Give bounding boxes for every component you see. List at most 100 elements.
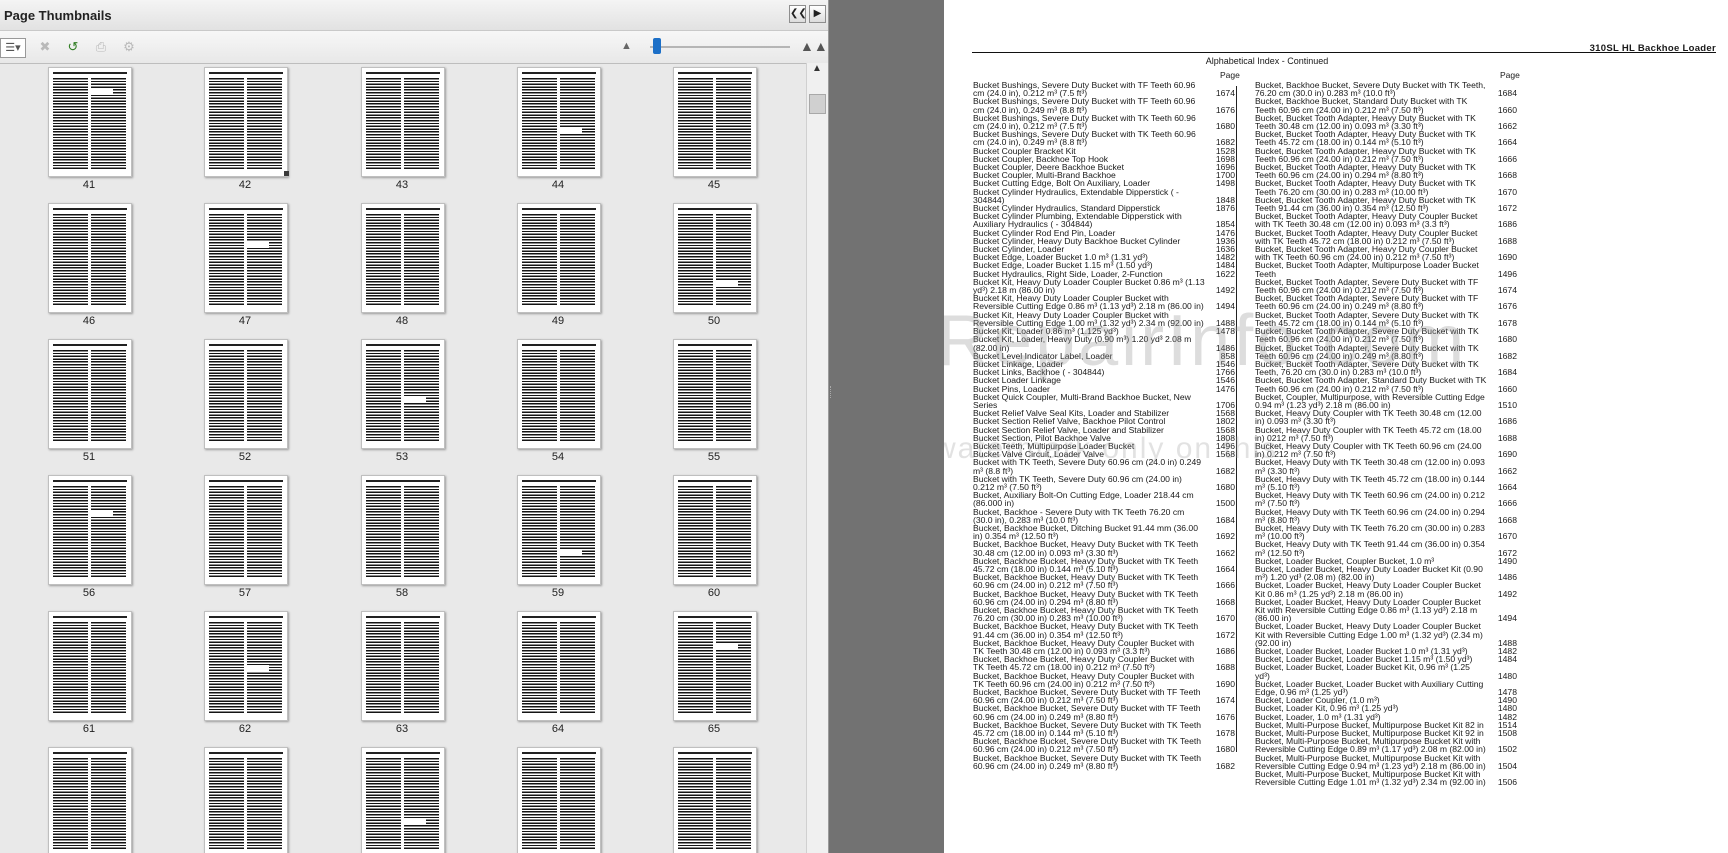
thumbnail-header-rule — [522, 480, 596, 482]
index-entry-page: 1666 — [1215, 580, 1235, 591]
options-menu-icon[interactable]: ☰▾ — [0, 38, 26, 58]
page-thumbnail[interactable] — [361, 747, 445, 853]
page-thumbnail[interactable] — [517, 747, 601, 853]
index-entry-page: 1504 — [1497, 760, 1517, 771]
page-thumbnail[interactable] — [204, 475, 288, 585]
page-thumbnail[interactable] — [204, 339, 288, 449]
page-thumbnail[interactable] — [673, 611, 757, 721]
page-thumbnail[interactable] — [673, 339, 757, 449]
thumbnail-text-column — [522, 214, 557, 306]
index-entry: Bucket Bushings, Severe Duty Bucket with… — [973, 130, 1235, 147]
page-thumbnail[interactable] — [48, 747, 132, 853]
thumbnail-text-column — [53, 350, 88, 442]
thumbnail-blank-gap — [404, 819, 426, 825]
splitter-grip-icon[interactable] — [830, 386, 834, 398]
page-thumbnail[interactable] — [517, 67, 601, 177]
index-column-left: Bucket Bushings, Severe Duty Bucket with… — [973, 81, 1235, 771]
page-thumbnail[interactable] — [673, 67, 757, 177]
page-thumbnail[interactable] — [48, 339, 132, 449]
page-thumbnail[interactable] — [361, 339, 445, 449]
page-thumbnail[interactable] — [48, 203, 132, 313]
index-entry: Bucket Bushings, Severe Duty Bucket with… — [973, 113, 1235, 130]
index-entry-page: 1678 — [1497, 317, 1517, 328]
thumbnail-size-slider-track[interactable] — [650, 46, 790, 48]
page-thumbnail[interactable] — [673, 747, 757, 853]
collapse-panel-icon[interactable]: ❮❮ — [789, 5, 807, 23]
index-entry: Bucket, Backhoe Bucket, Heavy Duty Bucke… — [973, 622, 1235, 639]
thumbnail-header-rule — [678, 72, 752, 74]
header-rule — [972, 52, 1716, 53]
expand-panel-icon[interactable]: ▶ — [809, 5, 826, 23]
index-entry-page: 1622 — [1215, 268, 1235, 279]
thumbnail-header-rule — [522, 752, 596, 754]
index-entry: Bucket, Backhoe Bucket, Heavy Duty Coupl… — [973, 638, 1235, 655]
index-entry-page: 1492 — [1215, 285, 1235, 296]
index-entry-page: 1684 — [1497, 367, 1517, 378]
index-entry-page: 1664 — [1215, 563, 1235, 574]
page-thumbnail[interactable] — [48, 475, 132, 585]
page-thumbnail[interactable] — [673, 203, 757, 313]
thumbnail-header-rule — [209, 616, 283, 618]
index-entry: Bucket, Loader Bucket, Heavy Duty Loader… — [1255, 622, 1517, 647]
index-entry: Bucket, Backhoe Bucket, Heavy Duty Bucke… — [973, 556, 1235, 574]
thumbnail-page-number: 43 — [395, 179, 409, 191]
page-thumbnail[interactable] — [517, 339, 601, 449]
page-thumbnail[interactable] — [673, 475, 757, 585]
thumbnail-header-rule — [209, 480, 283, 482]
thumbnail-page-number: 41 — [82, 179, 96, 191]
index-entry-page: 1664 — [1497, 481, 1517, 492]
page-thumbnail[interactable] — [517, 475, 601, 585]
page-thumbnail[interactable] — [204, 203, 288, 313]
thumbnail-text-column — [522, 78, 557, 170]
thumbnail-size-slider-handle[interactable] — [653, 38, 661, 54]
thumbnail-text-column — [404, 758, 439, 850]
page-column-label-right: Page — [1500, 70, 1520, 80]
print-pages-icon[interactable]: ⎙ — [92, 38, 110, 56]
zoom-in-icon[interactable]: ▲▲ — [800, 38, 828, 54]
page-thumbnail[interactable] — [361, 203, 445, 313]
index-entry: Bucket, Bucket Tooth Adapter, Heavy Duty… — [1255, 179, 1517, 196]
index-entry-text: Bucket, Backhoe Bucket, Severe Duty Buck… — [973, 752, 1202, 771]
thumbnail-blank-gap — [560, 127, 582, 133]
scroll-up-icon[interactable]: ▲ — [809, 63, 825, 77]
index-entry: Bucket, Backhoe Bucket, Severe Duty Buck… — [973, 688, 1235, 705]
index-entry-page: 1682 — [1215, 760, 1235, 771]
thumbnail-page-number: 42 — [238, 179, 252, 191]
delete-pages-icon[interactable]: ✖ — [36, 38, 54, 56]
page-thumbnail[interactable] — [204, 67, 288, 177]
page-thumbnail[interactable] — [361, 475, 445, 585]
pane-splitter[interactable] — [829, 0, 944, 853]
index-entry: Bucket, Backhoe Bucket, Heavy Duty Coupl… — [973, 655, 1235, 672]
page-thumbnail[interactable] — [48, 611, 132, 721]
index-entry: Bucket, Heavy Duty with TK Teeth 30.48 c… — [1255, 458, 1517, 475]
zoom-out-icon[interactable]: ▲ — [621, 40, 632, 52]
index-entry-page: 1496 — [1497, 268, 1517, 279]
thumbnail-text-column — [560, 78, 595, 170]
page-thumbnail[interactable] — [204, 747, 288, 853]
index-entry: Bucket with TK Teeth, Severe Duty 60.96 … — [973, 474, 1235, 491]
watermark: eRepairInfo.com — [944, 301, 1468, 381]
thumbnail-header-rule — [53, 752, 127, 754]
selected-thumbnail-handle[interactable] — [284, 171, 289, 176]
thumbnail-scrollbar[interactable]: ▲ — [806, 63, 828, 853]
page-thumbnail[interactable] — [517, 203, 601, 313]
page-thumbnail[interactable] — [361, 611, 445, 721]
page-thumbnail[interactable] — [517, 611, 601, 721]
thumbnails-toolbar: ☰▾ ✖ ↺ ⎙ ⚙ ▲ ▲▲ — [0, 31, 828, 64]
index-entry: Bucket, Backhoe Bucket, Severe Duty Buck… — [973, 704, 1235, 721]
scrollbar-thumb[interactable] — [809, 94, 826, 114]
page-thumbnail[interactable] — [204, 611, 288, 721]
page-thumbnail[interactable] — [48, 67, 132, 177]
page-properties-icon[interactable]: ⚙ — [120, 38, 138, 56]
index-entry-page: 1494 — [1497, 613, 1517, 624]
thumbnail-text-column — [522, 622, 557, 714]
thumbnail-text-column — [209, 78, 244, 170]
index-entry: Bucket, Loader Bucket, Heavy Duty Loader… — [1255, 565, 1517, 583]
index-entry: Bucket, Heavy Duty with TK Teeth 60.96 c… — [1255, 507, 1517, 524]
thumbnail-text-column — [209, 622, 244, 714]
index-entry-page: 1486 — [1497, 572, 1517, 583]
index-entry: Bucket, Loader Bucket, Heavy Duty Loader… — [1255, 581, 1517, 598]
index-entry: Bucket Cylinder Plumbing, Extendable Dip… — [973, 212, 1235, 229]
page-thumbnail[interactable] — [361, 67, 445, 177]
insert-pages-icon[interactable]: ↺ — [64, 38, 82, 56]
